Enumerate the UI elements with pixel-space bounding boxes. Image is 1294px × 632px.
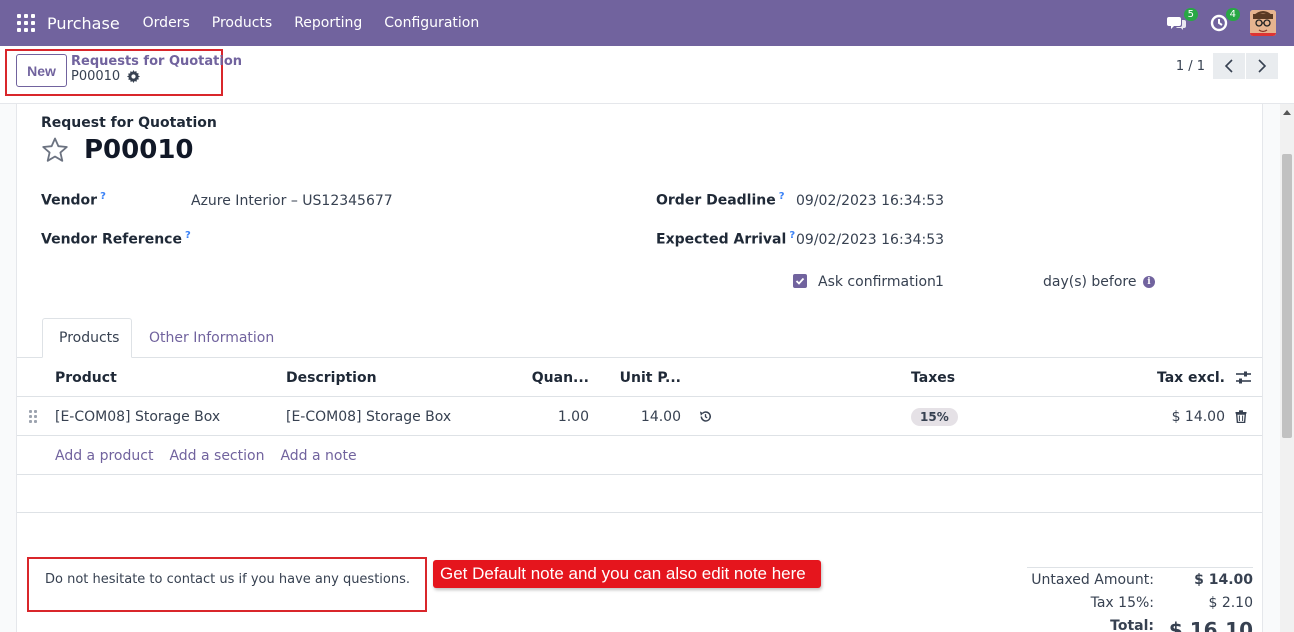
column-header-quantity[interactable]: Quan... — [517, 358, 589, 397]
menu-reporting[interactable]: Reporting — [283, 15, 373, 31]
vendor-reference-label: Vendor Reference? — [41, 230, 191, 248]
breadcrumb-current-record: P00010 — [71, 69, 121, 84]
chevron-right-icon — [1258, 59, 1267, 73]
total-label: Total: — [1110, 618, 1154, 632]
order-deadline-help-icon[interactable]: ? — [779, 191, 785, 202]
ask-confirmation-checkbox[interactable] — [793, 274, 807, 288]
menu-configuration[interactable]: Configuration — [373, 15, 490, 31]
ask-confirmation-days-field[interactable]: 1 — [935, 274, 944, 290]
page-scrollbar[interactable] — [1280, 104, 1294, 632]
optional-columns-toggle[interactable] — [1236, 358, 1251, 397]
untaxed-amount-value: $ 14.00 — [1194, 572, 1253, 588]
total-row: Total: $ 16.10 — [1027, 614, 1253, 632]
messages-button[interactable]: 5 — [1166, 8, 1198, 34]
add-section-link[interactable]: Add a section — [169, 448, 264, 464]
add-lines-row: Add a product Add a section Add a note — [17, 436, 1262, 475]
breadcrumb: Requests for Quotation P00010 — [71, 54, 242, 84]
app-name[interactable]: Purchase — [47, 14, 120, 33]
pager-next-button[interactable] — [1246, 53, 1278, 79]
vendor-reference-help-icon[interactable]: ? — [185, 230, 191, 241]
column-header-description[interactable]: Description — [286, 358, 377, 397]
column-header-unit-price[interactable]: Unit P... — [607, 358, 681, 397]
terms-note-field[interactable]: Do not hesitate to contact us if you hav… — [45, 572, 410, 587]
line-taxes[interactable]: 15% — [911, 397, 958, 436]
menu-products[interactable]: Products — [201, 15, 283, 31]
column-header-taxes[interactable]: Taxes — [911, 358, 955, 397]
scroll-up-arrow-icon[interactable] — [1283, 110, 1291, 115]
pager: 1 / 1 — [1176, 53, 1278, 79]
line-quantity[interactable]: 1.00 — [517, 397, 589, 436]
clock-icon — [1210, 14, 1228, 32]
untaxed-amount-row: Untaxed Amount: $ 14.00 — [1027, 568, 1253, 591]
expected-arrival-help-icon[interactable]: ? — [789, 230, 795, 241]
info-icon[interactable]: i — [1143, 276, 1155, 288]
add-note-link[interactable]: Add a note — [280, 448, 356, 464]
add-product-link[interactable]: Add a product — [55, 448, 153, 464]
days-before-label: day(s) before — [1043, 274, 1137, 290]
checkmark-icon — [795, 277, 805, 285]
activities-button[interactable]: 4 — [1208, 8, 1240, 34]
history-icon[interactable] — [699, 397, 712, 436]
tax-value: $ 2.10 — [1208, 595, 1253, 611]
empty-row — [17, 475, 1262, 513]
form-sheet: Request for Quotation P00010 Vendor? Azu… — [16, 104, 1263, 632]
tab-products[interactable]: Products — [42, 318, 132, 358]
user-avatar[interactable] — [1250, 10, 1276, 36]
vendor-reference-field[interactable] — [191, 230, 611, 252]
pager-value[interactable]: 1 / 1 — [1176, 59, 1205, 74]
order-deadline-field[interactable]: 09/02/2023 16:34:53 — [796, 193, 944, 209]
chevron-left-icon — [1224, 59, 1233, 73]
order-deadline-label: Order Deadline? — [656, 191, 785, 209]
sliders-icon — [1236, 371, 1251, 384]
tax-tag: 15% — [911, 407, 958, 426]
line-description[interactable]: [E-COM08] Storage Box — [286, 397, 451, 436]
gear-icon[interactable] — [127, 70, 141, 83]
drag-handle-icon[interactable] — [29, 410, 37, 423]
untaxed-amount-label: Untaxed Amount: — [1031, 572, 1154, 588]
vendor-help-icon[interactable]: ? — [100, 191, 106, 202]
record-name: P00010 — [84, 135, 194, 165]
tax-label: Tax 15%: — [1090, 595, 1154, 611]
vendor-label: Vendor? — [41, 191, 106, 209]
annotation-callout: Get Default note and you can also edit n… — [433, 560, 821, 588]
menu-orders[interactable]: Orders — [132, 15, 201, 31]
activities-badge: 4 — [1225, 8, 1240, 21]
table-header-row: Product Description Quan... Unit P... Ta… — [17, 358, 1262, 397]
main-menu: Orders Products Reporting Configuration — [132, 15, 491, 31]
top-navbar: Purchase Orders Products Reporting Confi… — [0, 0, 1294, 46]
line-subtotal: $ 14.00 — [1171, 408, 1225, 425]
control-panel: New Requests for Quotation P00010 1 / 1 — [0, 46, 1294, 104]
line-product[interactable]: [E-COM08] Storage Box — [55, 397, 220, 436]
total-value: $ 16.10 — [1168, 618, 1253, 632]
apps-menu-icon[interactable] — [17, 14, 35, 32]
messages-badge: 5 — [1183, 8, 1198, 21]
column-header-product[interactable]: Product — [55, 358, 117, 397]
pager-previous-button[interactable] — [1213, 53, 1245, 79]
document-type-label: Request for Quotation — [41, 115, 217, 131]
column-header-tax-excl[interactable]: Tax excl. — [1137, 358, 1225, 397]
notebook-tabs: Products Other Information — [17, 318, 1262, 358]
tab-other-information[interactable]: Other Information — [133, 318, 290, 358]
vendor-field[interactable]: Azure Interior – US12345677 — [191, 193, 393, 209]
table-row[interactable]: [E-COM08] Storage Box [E-COM08] Storage … — [17, 397, 1262, 436]
expected-arrival-label: Expected Arrival? — [656, 230, 796, 248]
order-lines-table: Product Description Quan... Unit P... Ta… — [17, 358, 1262, 513]
trash-icon[interactable] — [1235, 397, 1247, 436]
star-icon[interactable] — [41, 137, 69, 167]
breadcrumb-requests-for-quotation[interactable]: Requests for Quotation — [71, 54, 242, 69]
new-button[interactable]: New — [16, 54, 67, 87]
ask-confirmation-label: Ask confirmation — [818, 274, 936, 290]
scrollbar-thumb[interactable] — [1282, 154, 1292, 438]
totals-summary: Untaxed Amount: $ 14.00 Tax 15%: $ 2.10 … — [1027, 567, 1253, 632]
tax-row: Tax 15%: $ 2.10 — [1027, 591, 1253, 614]
line-unit-price[interactable]: 14.00 — [607, 397, 681, 436]
expected-arrival-field[interactable]: 09/02/2023 16:34:53 — [796, 232, 944, 248]
